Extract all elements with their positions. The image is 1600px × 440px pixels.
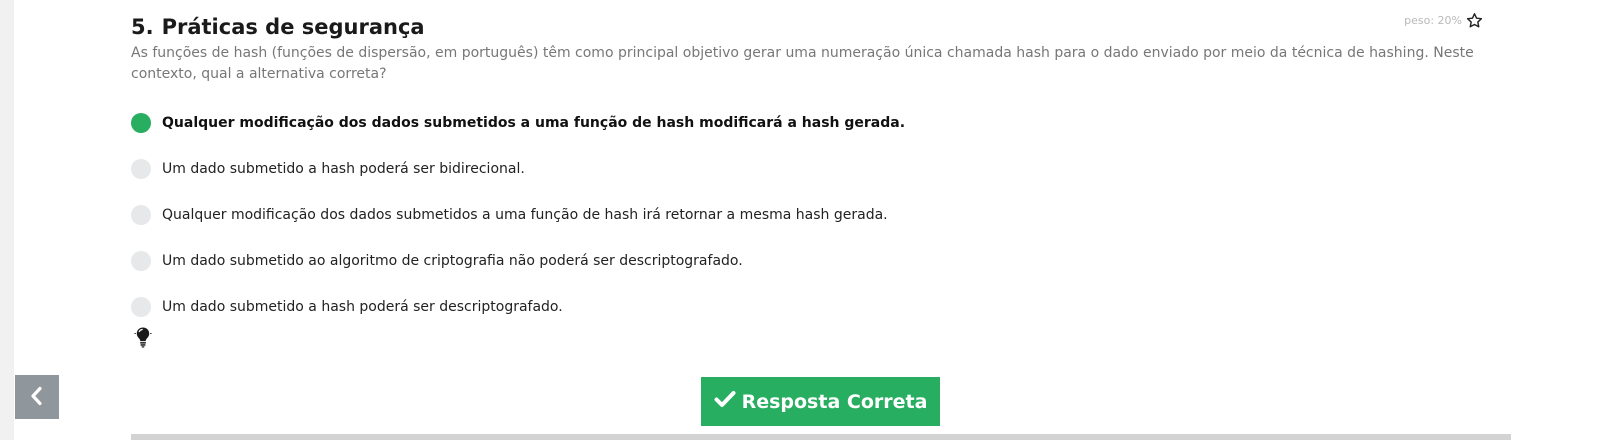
weight-label: peso: 20% <box>1404 14 1462 27</box>
back-button[interactable] <box>15 375 59 419</box>
answer-option[interactable]: Um dado submetido a hash poderá ser bidi… <box>131 146 905 192</box>
question-statement: As funções de hash (funções de dispersão… <box>131 45 1474 82</box>
chevron-left-icon <box>29 386 45 409</box>
answer-option[interactable]: Um dado submetido a hash poderá ser desc… <box>131 284 905 330</box>
answer-options: Qualquer modificação dos dados submetido… <box>131 100 905 330</box>
radio-unselected[interactable] <box>131 297 151 317</box>
answer-option[interactable]: Qualquer modificação dos dados submetido… <box>131 192 905 238</box>
radio-unselected[interactable] <box>131 251 151 271</box>
question-title-text: Práticas de segurança <box>161 15 425 39</box>
lightbulb-icon[interactable] <box>134 326 152 348</box>
answer-option-label: Um dado submetido a hash poderá ser desc… <box>162 299 563 315</box>
answer-option-label: Qualquer modificação dos dados submetido… <box>162 115 906 131</box>
check-icon <box>714 390 736 413</box>
question-title: 5. Práticas de segurança <box>131 13 425 41</box>
answer-option[interactable]: Um dado submetido ao algoritmo de cripto… <box>131 238 905 284</box>
answer-option-label: Qualquer modificação dos dados submetido… <box>162 207 888 223</box>
radio-unselected[interactable] <box>131 205 151 225</box>
answer-option-label: Um dado submetido ao algoritmo de cripto… <box>162 253 743 269</box>
question-number: 5. <box>131 15 154 39</box>
bottom-divider <box>131 434 1511 440</box>
answer-button-label: Resposta Correta <box>741 390 928 413</box>
show-correct-answer-button[interactable]: Resposta Correta <box>701 377 940 426</box>
answer-option-label: Um dado submetido a hash poderá ser bidi… <box>162 161 525 177</box>
radio-selected[interactable] <box>131 113 151 133</box>
left-rail <box>0 0 14 440</box>
question-weight: peso: 20% <box>1404 12 1483 29</box>
star-icon[interactable] <box>1466 12 1483 29</box>
answer-option[interactable]: Qualquer modificação dos dados submetido… <box>131 100 905 146</box>
radio-unselected[interactable] <box>131 159 151 179</box>
